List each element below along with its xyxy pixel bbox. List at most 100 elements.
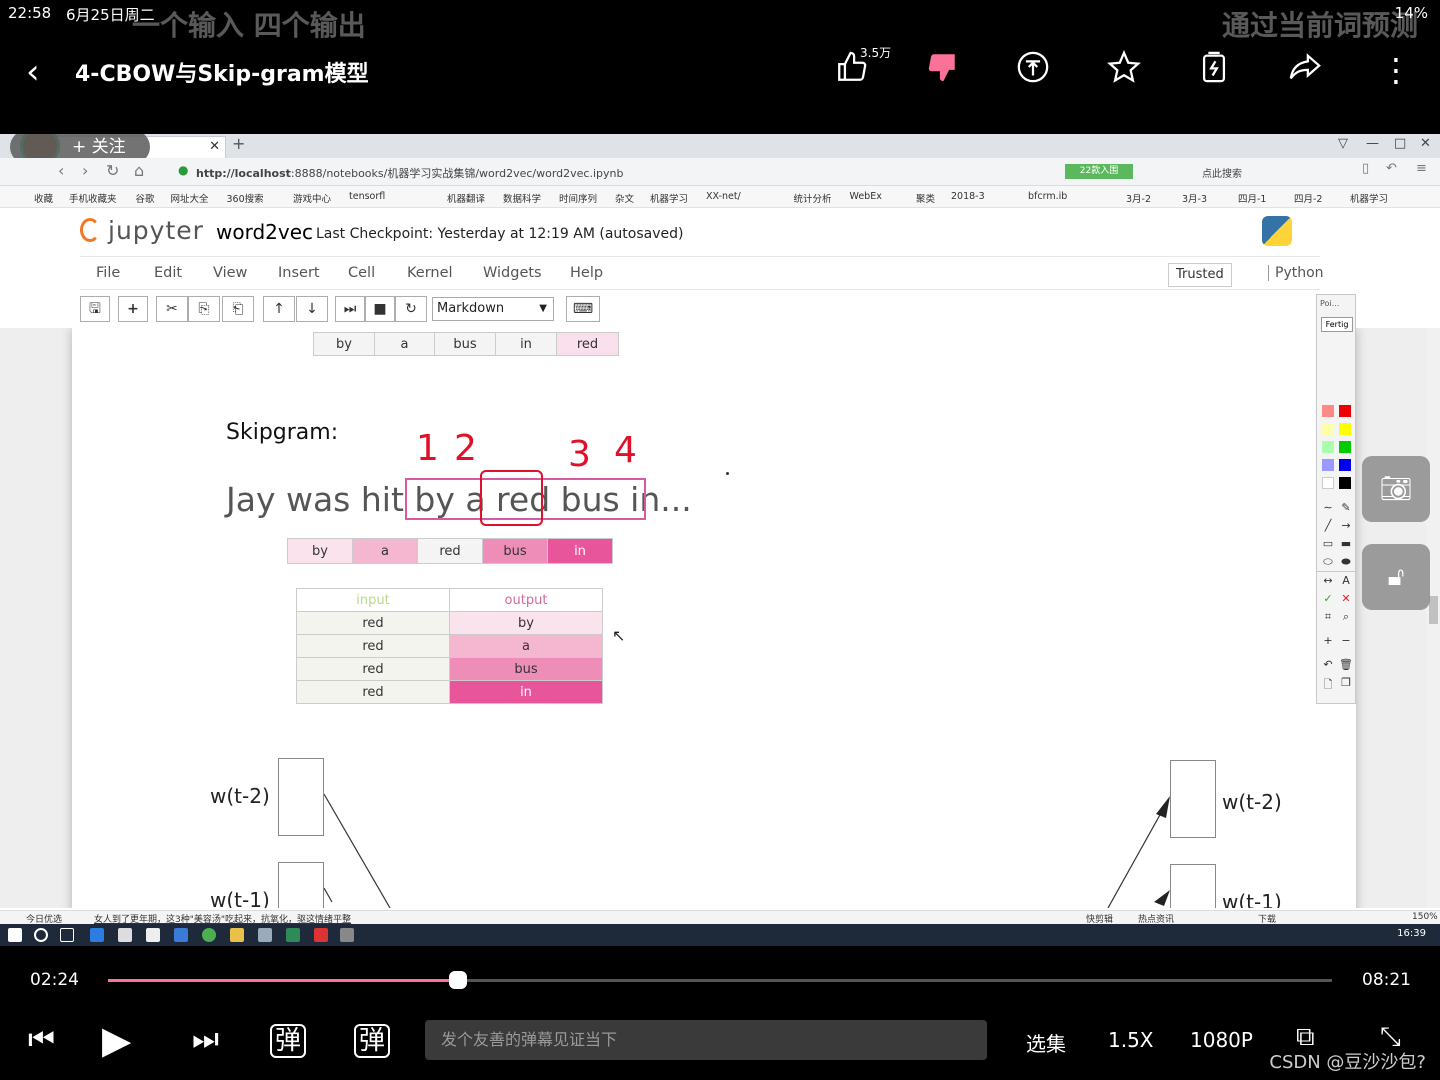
cell-type-select[interactable]: Markdown ▼ bbox=[432, 297, 554, 321]
menu-widgets[interactable]: Widgets bbox=[483, 265, 542, 281]
color-swatch[interactable] bbox=[1339, 477, 1351, 489]
forward-nav-icon[interactable]: › bbox=[82, 161, 88, 180]
app-icon[interactable] bbox=[314, 928, 328, 942]
home-icon[interactable]: ⌂ bbox=[134, 161, 144, 180]
color-swatch[interactable] bbox=[1322, 405, 1334, 417]
previous-icon[interactable]: ⏮ bbox=[28, 1022, 55, 1057]
ellipse-icon[interactable]: ⬭ bbox=[1321, 555, 1335, 569]
page-scrollbar[interactable] bbox=[1426, 328, 1440, 908]
unlock-icon[interactable]: 🔓︎ bbox=[1362, 544, 1430, 610]
promo-badge[interactable]: 22款入围 bbox=[1065, 164, 1133, 179]
danmaku-toggle-icon[interactable]: 弹 bbox=[270, 1024, 307, 1058]
search-icon[interactable] bbox=[34, 928, 48, 942]
move-down-icon[interactable]: ↓ bbox=[296, 296, 328, 322]
share-icon[interactable] bbox=[1285, 50, 1325, 90]
color-swatch[interactable] bbox=[1339, 405, 1351, 417]
store-icon[interactable] bbox=[118, 928, 132, 942]
palette-done-button[interactable]: Fertig bbox=[1321, 317, 1353, 332]
filled-rect-icon[interactable]: ▬ bbox=[1339, 537, 1353, 550]
app-icon[interactable] bbox=[258, 928, 272, 942]
restart-icon[interactable]: ↻ bbox=[395, 296, 427, 322]
bookmark-item[interactable]: 机器学习 bbox=[650, 191, 688, 205]
window-pin-icon[interactable]: ▽ bbox=[1338, 136, 1348, 151]
bookmark-item[interactable]: 时间序列 bbox=[559, 191, 597, 205]
undo-icon[interactable]: ↶ bbox=[1386, 161, 1397, 176]
copy-page-icon[interactable]: ❐ bbox=[1339, 676, 1353, 689]
stop-icon[interactable]: ■ bbox=[365, 296, 395, 322]
minus-icon[interactable]: − bbox=[1339, 634, 1353, 647]
undo-draw-icon[interactable]: ↶ bbox=[1321, 658, 1335, 671]
color-swatch[interactable] bbox=[1322, 477, 1334, 489]
folder-icon[interactable] bbox=[230, 928, 244, 942]
menu-help[interactable]: Help bbox=[570, 265, 603, 281]
progress-handle[interactable] bbox=[449, 971, 468, 989]
bookmark-item[interactable]: 游戏中心 bbox=[293, 191, 331, 205]
bookmark-item[interactable]: 机器学习 bbox=[1350, 191, 1388, 205]
mail-icon[interactable] bbox=[146, 928, 160, 942]
windows-start-icon[interactable] bbox=[8, 928, 22, 942]
pencil-icon[interactable]: ✎ bbox=[1339, 501, 1353, 514]
zoom-level[interactable]: 150% bbox=[1412, 912, 1438, 922]
notebook-name[interactable]: word2vec bbox=[216, 220, 313, 244]
app-icon[interactable] bbox=[340, 928, 354, 942]
bookmark-item[interactable]: 网址大全 bbox=[171, 191, 209, 205]
bookmark-item[interactable]: 3月-2 bbox=[1126, 191, 1151, 205]
color-swatch[interactable] bbox=[1322, 459, 1334, 471]
progress-bar[interactable] bbox=[108, 971, 1332, 989]
bookmark-item[interactable]: 四月-1 bbox=[1238, 191, 1266, 205]
quality-button[interactable]: 1080P bbox=[1190, 1028, 1253, 1052]
minimize-icon[interactable]: — bbox=[1366, 136, 1379, 151]
browser-menu-icon[interactable]: ≡ bbox=[1416, 161, 1427, 176]
bookmark-item[interactable]: 数据科学 bbox=[503, 191, 541, 205]
cut-icon[interactable]: ✂ bbox=[156, 296, 188, 322]
kernel-name[interactable]: Python bbox=[1268, 265, 1324, 281]
menu-view[interactable]: View bbox=[213, 265, 247, 281]
app-icon[interactable] bbox=[286, 928, 300, 942]
danmaku-settings-icon[interactable]: 弹 bbox=[354, 1024, 391, 1058]
bookmark-item[interactable]: bfcrm.ib bbox=[1028, 191, 1067, 202]
close-window-icon[interactable]: ✕ bbox=[1420, 136, 1431, 151]
close-tab-icon[interactable]: ✕ bbox=[209, 139, 220, 154]
device-icon[interactable]: ▯ bbox=[1362, 161, 1369, 176]
star-icon[interactable] bbox=[1104, 49, 1144, 90]
zoom-icon[interactable]: ⌕ bbox=[1339, 610, 1353, 624]
insert-cell-icon[interactable]: + bbox=[118, 296, 148, 322]
camera-icon[interactable]: 📷︎ bbox=[1362, 456, 1430, 522]
episodes-button[interactable]: 选集 bbox=[1026, 1028, 1066, 1057]
bookmark-item[interactable]: 机器翻译 bbox=[447, 191, 485, 205]
trusted-indicator[interactable]: Trusted bbox=[1168, 263, 1232, 287]
menu-edit[interactable]: Edit bbox=[154, 265, 182, 281]
bookmark-item[interactable]: 收藏 bbox=[34, 191, 53, 205]
check-icon[interactable]: ✓ bbox=[1321, 592, 1335, 605]
play-icon[interactable]: ▶ bbox=[102, 1018, 131, 1062]
new-page-icon[interactable]: 🗋 bbox=[1321, 676, 1335, 695]
plus-icon[interactable]: + bbox=[1321, 634, 1335, 647]
text-icon[interactable]: A bbox=[1339, 574, 1353, 587]
bookmark-item[interactable]: tensorfl bbox=[349, 191, 385, 202]
paste-icon[interactable]: ⎗ bbox=[222, 296, 254, 322]
move-up-icon[interactable]: ↑ bbox=[263, 296, 295, 322]
bookmark-item[interactable]: 3月-3 bbox=[1182, 191, 1207, 205]
scrollbar-thumb[interactable] bbox=[1429, 596, 1438, 624]
menu-cell[interactable]: Cell bbox=[348, 265, 375, 281]
task-view-icon[interactable] bbox=[60, 928, 74, 942]
jupyter-logo[interactable]: jupyter bbox=[108, 216, 204, 245]
bookmark-item[interactable]: 杂文 bbox=[615, 191, 634, 205]
next-icon[interactable]: ⏭ bbox=[192, 1022, 219, 1057]
bookmark-item[interactable]: 谷歌 bbox=[136, 191, 155, 205]
bookmark-item[interactable]: 统计分析 bbox=[794, 191, 832, 205]
double-arrow-icon[interactable]: ↔ bbox=[1321, 574, 1335, 587]
trash-icon[interactable]: 🗑 bbox=[1339, 658, 1353, 671]
more-menu-icon[interactable]: ⋮ bbox=[1376, 50, 1416, 90]
line-icon[interactable]: ╱ bbox=[1321, 519, 1335, 532]
color-swatch[interactable] bbox=[1322, 441, 1334, 453]
chrome-icon[interactable] bbox=[202, 928, 216, 942]
color-swatch[interactable] bbox=[1339, 441, 1351, 453]
menu-kernel[interactable]: Kernel bbox=[407, 265, 453, 281]
app-icon[interactable] bbox=[174, 928, 188, 942]
back-arrow-icon[interactable]: ‹ bbox=[26, 52, 40, 92]
filled-ellipse-icon[interactable]: ⬬ bbox=[1339, 555, 1353, 569]
arrow-icon[interactable]: → bbox=[1339, 519, 1353, 532]
bookmark-item[interactable]: 2018-3 bbox=[951, 191, 985, 202]
reload-icon[interactable]: ↻ bbox=[106, 161, 119, 180]
